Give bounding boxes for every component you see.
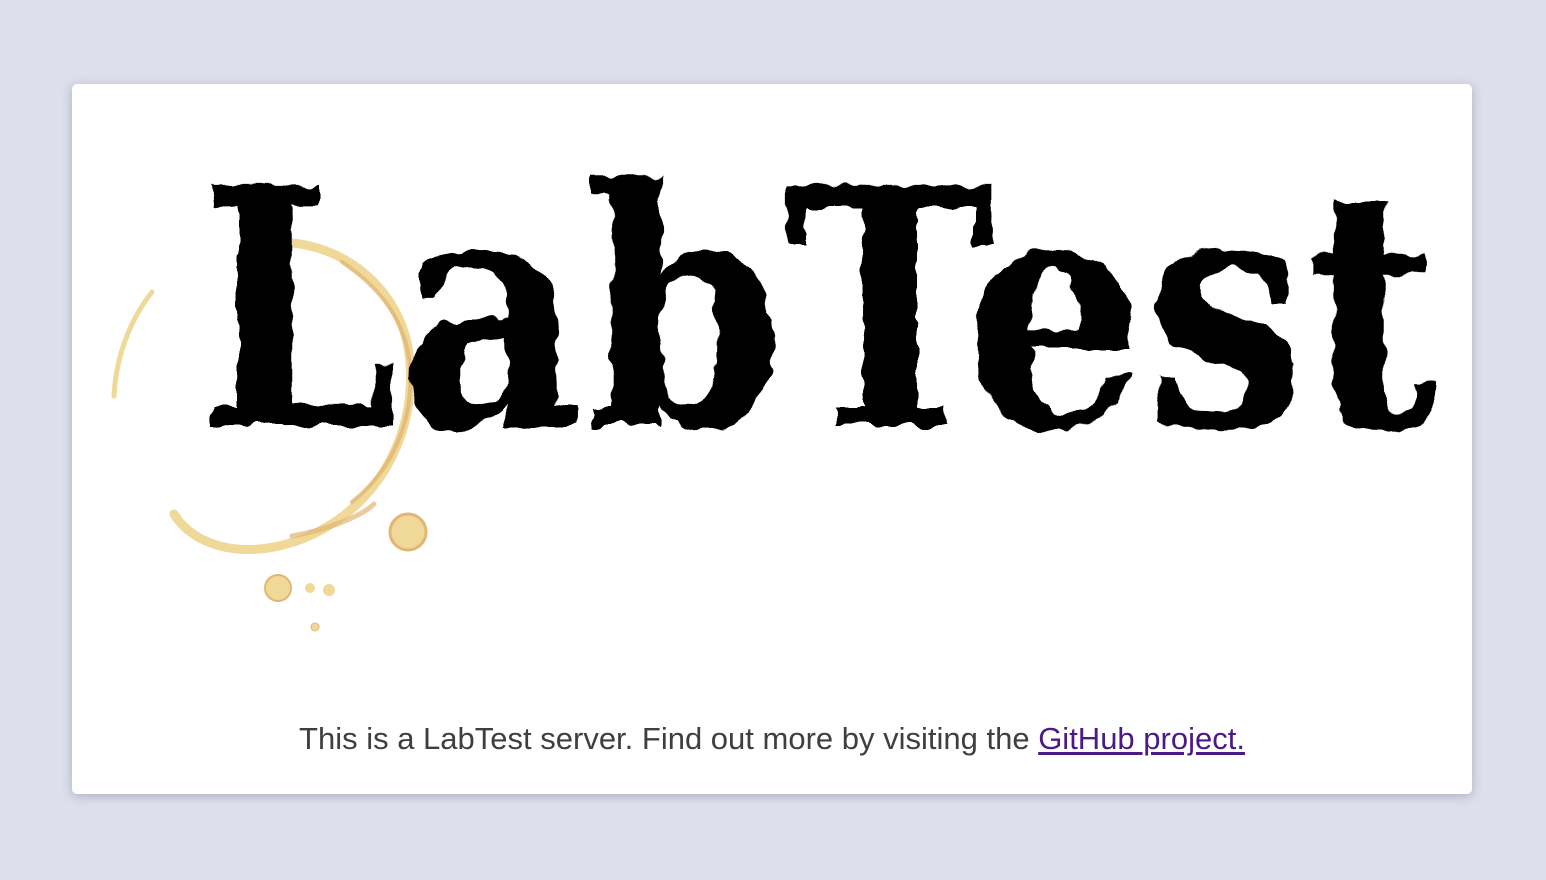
labtest-logo: LabTest (184, 144, 1452, 504)
intro-text: This is a LabTest server. Find out more … (72, 719, 1472, 759)
intro-prefix: This is a LabTest server. Find out more … (299, 721, 1039, 756)
logo-text: LabTest (198, 144, 1440, 504)
github-project-link[interactable]: GitHub project. (1038, 721, 1245, 756)
content-card: LabTest This is a LabTest server. Find o… (72, 84, 1472, 794)
